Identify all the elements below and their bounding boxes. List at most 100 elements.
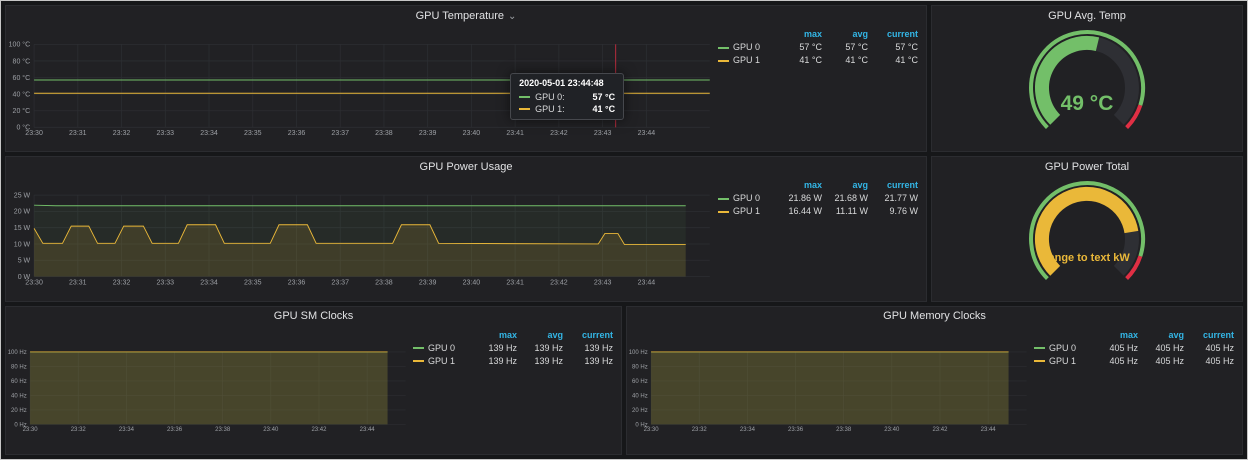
series-swatch-icon xyxy=(1034,347,1045,349)
svg-text:15 W: 15 W xyxy=(14,225,31,232)
legend-header-max[interactable]: max xyxy=(776,179,822,192)
legend-header-current[interactable]: current xyxy=(563,329,613,342)
panel-title-gpu-avg-temp[interactable]: GPU Avg. Temp xyxy=(932,6,1242,25)
series-swatch-icon xyxy=(718,47,729,49)
legend-header-max[interactable]: max xyxy=(471,329,517,342)
svg-text:40 Hz: 40 Hz xyxy=(632,393,648,399)
gpu-sm-clocks-chart[interactable]: 23:3023:3223:3423:3623:3823:4023:4223:44… xyxy=(6,326,411,454)
legend-header-avg[interactable]: avg xyxy=(822,28,868,41)
legend-value: 405 Hz xyxy=(1092,342,1138,355)
svg-text:23:41: 23:41 xyxy=(506,280,524,287)
legend-header-current[interactable]: current xyxy=(868,179,918,192)
legend-series-gpu-0[interactable]: GPU 0 xyxy=(1034,342,1092,355)
svg-text:23:43: 23:43 xyxy=(594,130,612,137)
legend-value: 405 Hz xyxy=(1184,355,1234,368)
grafana-dashboard: GPU Temperature 23:3023:3123:3223:3323:3… xyxy=(0,0,1248,460)
tooltip-series-value: 57 °C xyxy=(592,91,615,103)
svg-text:40 Hz: 40 Hz xyxy=(11,393,27,399)
gpu-sm-clocks-body: 23:3023:3223:3423:3623:3823:4023:4223:44… xyxy=(6,326,621,454)
series-swatch-icon xyxy=(718,60,729,62)
series-swatch-icon xyxy=(718,211,729,213)
panel-title-gpu-memory-clocks[interactable]: GPU Memory Clocks xyxy=(627,307,1242,326)
legend-series-gpu-1[interactable]: GPU 1 xyxy=(718,205,776,218)
svg-text:23:39: 23:39 xyxy=(419,280,437,287)
svg-text:23:38: 23:38 xyxy=(375,280,393,287)
svg-text:23:43: 23:43 xyxy=(594,280,612,287)
series-swatch-icon xyxy=(413,360,424,362)
panel-title-gpu-sm-clocks[interactable]: GPU SM Clocks xyxy=(6,307,621,326)
gpu-memory-clocks-chart-area: 23:3023:3223:3423:3623:3823:4023:4223:44… xyxy=(627,326,1032,454)
series-swatch-icon xyxy=(1034,360,1045,362)
legend-header-avg[interactable]: avg xyxy=(822,179,868,192)
legend-value: 41 °C xyxy=(868,54,918,67)
legend-series-gpu-0[interactable]: GPU 0 xyxy=(413,342,471,355)
svg-text:range to text kW: range to text kW xyxy=(1044,252,1130,264)
panel-title-gpu-power-usage[interactable]: GPU Power Usage xyxy=(6,157,926,176)
panel-title-text: GPU Power Usage xyxy=(420,161,513,173)
svg-text:20 °C: 20 °C xyxy=(13,107,31,115)
gpu-sm-clocks-legend: maxavgcurrentGPU 0139 Hz139 Hz139 HzGPU … xyxy=(411,326,621,454)
svg-text:20 Hz: 20 Hz xyxy=(11,408,27,414)
svg-text:0 °C: 0 °C xyxy=(16,124,30,132)
legend-value: 139 Hz xyxy=(517,355,563,368)
legend-table: maxavgcurrentGPU 057 °C57 °C57 °CGPU 141… xyxy=(718,28,918,67)
legend-value: 139 Hz xyxy=(471,355,517,368)
series-name: GPU 1 xyxy=(733,54,760,67)
legend-value: 139 Hz xyxy=(563,342,613,355)
legend-header-current[interactable]: current xyxy=(868,28,918,41)
legend-series-gpu-0[interactable]: GPU 0 xyxy=(718,192,776,205)
svg-text:23:38: 23:38 xyxy=(215,427,231,433)
legend-series-gpu-1[interactable]: GPU 1 xyxy=(413,355,471,368)
legend-value: 139 Hz xyxy=(471,342,517,355)
series-name: GPU 0 xyxy=(733,192,760,205)
svg-text:23:35: 23:35 xyxy=(244,130,262,137)
legend-header-current[interactable]: current xyxy=(1184,329,1234,342)
panel-gpu-temperature: GPU Temperature 23:3023:3123:3223:3323:3… xyxy=(5,5,927,152)
legend-header-avg[interactable]: avg xyxy=(517,329,563,342)
legend-header-max[interactable]: max xyxy=(1092,329,1138,342)
legend-header-max[interactable]: max xyxy=(776,28,822,41)
svg-text:10 W: 10 W xyxy=(14,242,31,249)
chart-tooltip: 2020-05-01 23:44:48 GPU 0:57 °CGPU 1:41 … xyxy=(510,73,624,120)
series-swatch-icon xyxy=(413,347,424,349)
svg-text:23:34: 23:34 xyxy=(119,427,135,433)
legend-series-gpu-1[interactable]: GPU 1 xyxy=(1034,355,1092,368)
legend-corner xyxy=(413,329,471,342)
legend-value: 11.11 W xyxy=(822,205,868,218)
legend-series-gpu-0[interactable]: GPU 0 xyxy=(718,41,776,54)
series-name: GPU 1 xyxy=(428,355,455,368)
svg-text:23:33: 23:33 xyxy=(157,280,175,287)
svg-text:80 Hz: 80 Hz xyxy=(632,364,648,370)
svg-text:23:31: 23:31 xyxy=(69,280,87,287)
legend-header-avg[interactable]: avg xyxy=(1138,329,1184,342)
series-swatch-icon xyxy=(519,108,530,110)
svg-text:23:36: 23:36 xyxy=(167,427,183,433)
svg-text:5 W: 5 W xyxy=(18,258,31,265)
legend-series-gpu-1[interactable]: GPU 1 xyxy=(718,54,776,67)
dashboard-row-2: GPU Power Usage 23:3023:3123:3223:3323:3… xyxy=(5,156,1243,301)
gpu-power-usage-chart[interactable]: 23:3023:3123:3223:3323:3423:3523:3623:37… xyxy=(6,176,716,300)
tooltip-row: GPU 1:41 °C xyxy=(519,103,615,115)
svg-text:0 Hz: 0 Hz xyxy=(635,422,647,428)
svg-text:23:40: 23:40 xyxy=(463,130,481,137)
legend-corner xyxy=(718,179,776,192)
svg-text:20 W: 20 W xyxy=(14,209,31,216)
svg-text:23:42: 23:42 xyxy=(550,280,568,287)
panel-title-gpu-power-total[interactable]: GPU Power Total xyxy=(932,157,1242,176)
gpu-memory-clocks-body: 23:3023:3223:3423:3623:3823:4023:4223:44… xyxy=(627,326,1242,454)
gpu-power-usage-legend: maxavgcurrentGPU 021.86 W21.68 W21.77 WG… xyxy=(716,176,926,300)
svg-text:23:39: 23:39 xyxy=(419,130,437,137)
svg-text:23:42: 23:42 xyxy=(311,427,327,433)
svg-text:23:40: 23:40 xyxy=(263,427,279,433)
legend-table: maxavgcurrentGPU 021.86 W21.68 W21.77 WG… xyxy=(718,179,918,218)
svg-text:20 Hz: 20 Hz xyxy=(632,408,648,414)
panel-title-gpu-temperature[interactable]: GPU Temperature xyxy=(6,6,926,25)
series-name: GPU 0 xyxy=(428,342,455,355)
gpu-memory-clocks-chart[interactable]: 23:3023:3223:3423:3623:3823:4023:4223:44… xyxy=(627,326,1032,454)
gpu-avg-temp-gauge: 49 °C xyxy=(937,26,1237,150)
svg-text:23:36: 23:36 xyxy=(788,427,804,433)
svg-text:80 °C: 80 °C xyxy=(13,57,31,65)
legend-value: 57 °C xyxy=(868,41,918,54)
legend-value: 139 Hz xyxy=(563,355,613,368)
panel-gpu-power-usage: GPU Power Usage 23:3023:3123:3223:3323:3… xyxy=(5,156,927,301)
